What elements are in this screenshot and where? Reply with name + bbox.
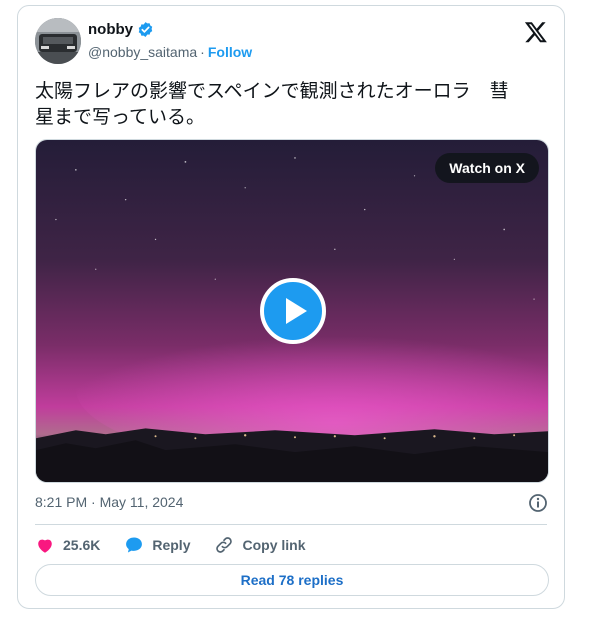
author-name[interactable]: nobby [88,21,133,38]
reply-button[interactable]: Reply [124,535,190,555]
read-replies-button[interactable]: Read 78 replies [35,564,549,596]
author-handle[interactable]: @nobby_saitama [88,44,197,60]
like-count: 25.6K [63,537,101,553]
x-logo-icon[interactable] [524,20,548,44]
divider [35,524,547,525]
action-bar: 25.6K Reply Copy link [35,534,330,556]
follow-button[interactable]: Follow [208,44,252,60]
copy-link-label: Copy link [242,537,306,553]
watch-on-x-button[interactable]: Watch on X [435,153,539,183]
verified-badge-icon [137,21,154,38]
play-icon [286,298,307,324]
copy-link-button[interactable]: Copy link [214,535,306,555]
handle-separator: · [200,44,205,60]
info-icon[interactable] [528,493,548,513]
handle-row: @nobby_saitama · Follow [88,44,252,60]
link-icon [216,537,233,553]
like-button[interactable]: 25.6K [35,535,100,555]
heart-icon [38,539,52,553]
reply-bubble-icon [126,537,143,553]
tweet-card: nobby @nobby_saitama · Follow 太陽フレアの影響でス… [17,5,565,609]
reply-label: Reply [152,537,191,553]
avatar[interactable] [35,18,81,64]
play-button[interactable] [260,278,326,344]
tweet-timestamp[interactable]: 8:21 PM · May 11, 2024 [35,494,183,510]
tweet-text: 太陽フレアの影響でスペインで観測されたオーロラ 彗 星まで写っている。 [35,81,509,128]
author-name-row[interactable]: nobby [88,21,154,38]
video-player[interactable]: Watch on X [35,139,549,483]
